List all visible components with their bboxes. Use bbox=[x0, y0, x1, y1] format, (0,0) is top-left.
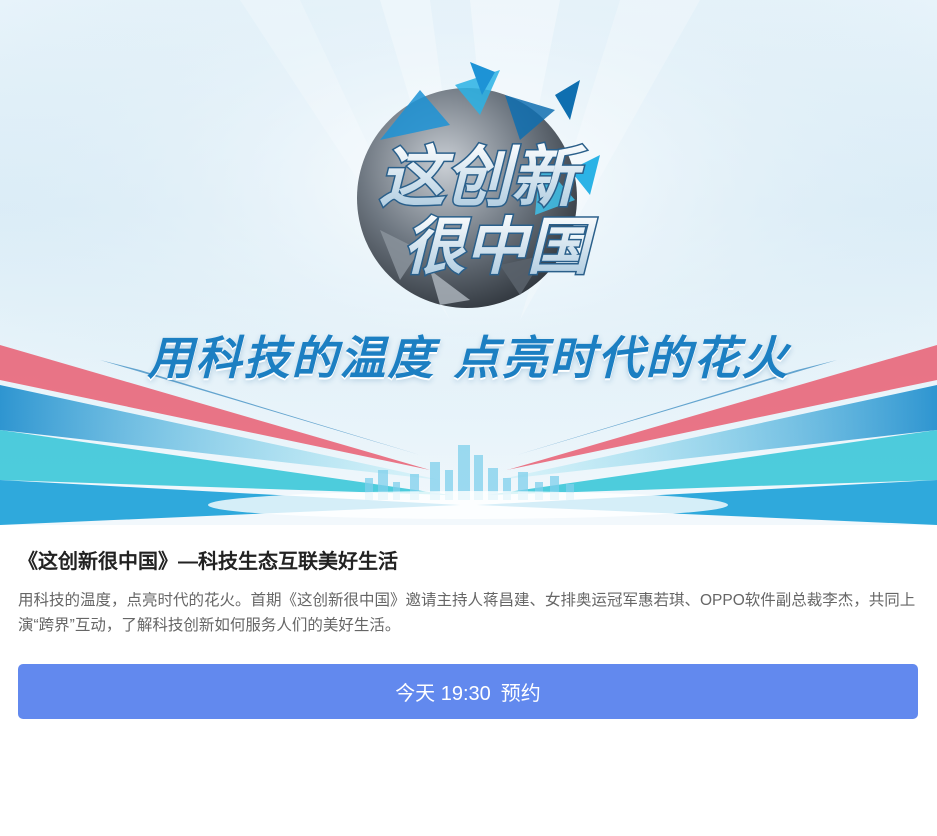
reserve-label: 预约 bbox=[500, 683, 541, 705]
article-title: 《这创新很中国》—科技生态互联美好生活 bbox=[18, 551, 398, 573]
event-banner: 这创新 很中国 用科技的温度 点亮时代的花火 bbox=[0, 0, 937, 525]
logo-line-1: 这创新 bbox=[379, 139, 587, 216]
logo-line-2: 很中国 bbox=[403, 210, 598, 283]
reserve-time: 今天 19:30 bbox=[395, 683, 491, 705]
banner-slogan: 用科技的温度 点亮时代的花火 bbox=[147, 331, 790, 385]
reserve-button[interactable]: 今天 19:30 预约 bbox=[18, 664, 918, 719]
banner-artwork: 这创新 很中国 bbox=[0, 0, 937, 525]
article-description: 用科技的温度，点亮时代的花火。首期《这创新很中国》邀请主持人蒋昌建、女排奥运冠军… bbox=[18, 592, 916, 634]
